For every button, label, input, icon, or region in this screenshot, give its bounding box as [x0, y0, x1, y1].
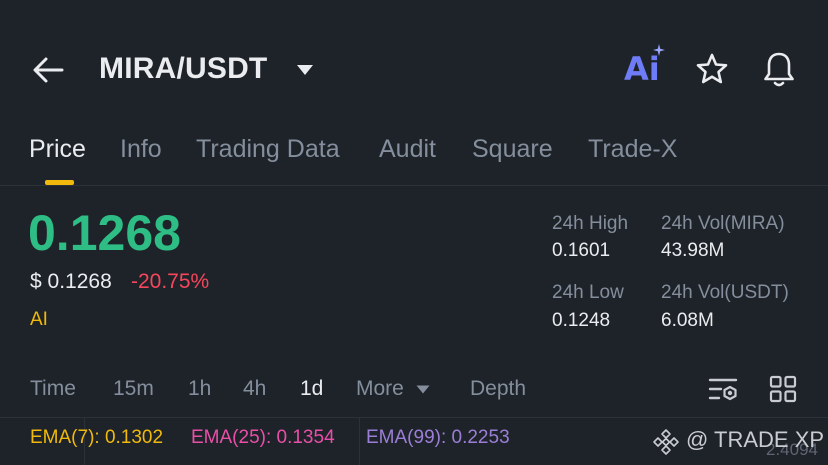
- timeframe-1h[interactable]: 1h: [188, 377, 211, 401]
- chart-gridline: [359, 418, 360, 465]
- stat-vol-quote-label: 24h Vol(USDT): [661, 282, 789, 303]
- star-icon[interactable]: [695, 52, 729, 86]
- stat-high-label: 24h High: [552, 213, 629, 234]
- stat-low-label: 24h Low: [552, 282, 624, 303]
- trading-pair-title[interactable]: MIRA/USDT: [99, 52, 267, 86]
- bell-icon[interactable]: [762, 50, 796, 88]
- stat-vol-base-label: 24h Vol(MIRA): [661, 213, 785, 234]
- tab-audit[interactable]: Audit: [379, 135, 436, 164]
- tab-trading-data[interactable]: Trading Data: [196, 135, 340, 164]
- timeframe-4h[interactable]: 4h: [243, 377, 266, 401]
- last-price: 0.1268: [28, 205, 181, 261]
- ema-99-value: EMA(99): 0.2253: [366, 427, 510, 448]
- timeframe-depth[interactable]: Depth: [470, 377, 526, 401]
- stat-vol-quote-value: 6.08M: [661, 310, 714, 331]
- timeframe-15m[interactable]: 15m: [113, 377, 154, 401]
- tab-info[interactable]: Info: [120, 135, 162, 164]
- tab-trade-x[interactable]: Trade-X: [588, 135, 677, 164]
- ema-7-value: EMA(7): 0.1302: [30, 427, 164, 448]
- tab-square[interactable]: Square: [472, 135, 553, 164]
- ai-tag[interactable]: AI: [30, 309, 48, 331]
- ema-25-value: EMA(25): 0.1354: [191, 427, 335, 448]
- chart-settings-icon[interactable]: [708, 375, 740, 405]
- watermark: @ TRADE XP: [686, 427, 825, 452]
- price-usd: $ 0.1268: [30, 270, 112, 293]
- stat-low-value: 0.1248: [552, 310, 611, 331]
- back-arrow-icon[interactable]: [30, 52, 66, 88]
- ema-legend-row: EMA(7): 0.1302 EMA(25): 0.1354 EMA(99): …: [0, 417, 828, 465]
- caret-down-icon[interactable]: [416, 385, 430, 394]
- caret-down-icon[interactable]: [296, 64, 314, 76]
- tab-price[interactable]: Price: [29, 135, 86, 164]
- sparkle-icon: [653, 44, 665, 56]
- grid-icon[interactable]: [769, 375, 797, 403]
- timeframe-time[interactable]: Time: [30, 377, 76, 401]
- timeframe-1d[interactable]: 1d: [300, 377, 323, 401]
- stat-vol-base-value: 43.98M: [661, 240, 725, 261]
- header: MIRA/USDT Ai: [0, 0, 828, 140]
- active-tab-indicator: [45, 180, 74, 185]
- timeframe-more[interactable]: More: [356, 377, 404, 401]
- tab-bar: Price Info Trading Data Audit Square Tra…: [0, 132, 828, 186]
- binance-logo-icon: [653, 429, 679, 455]
- stat-high-value: 0.1601: [552, 240, 611, 261]
- price-change-percent: -20.75%: [131, 270, 210, 293]
